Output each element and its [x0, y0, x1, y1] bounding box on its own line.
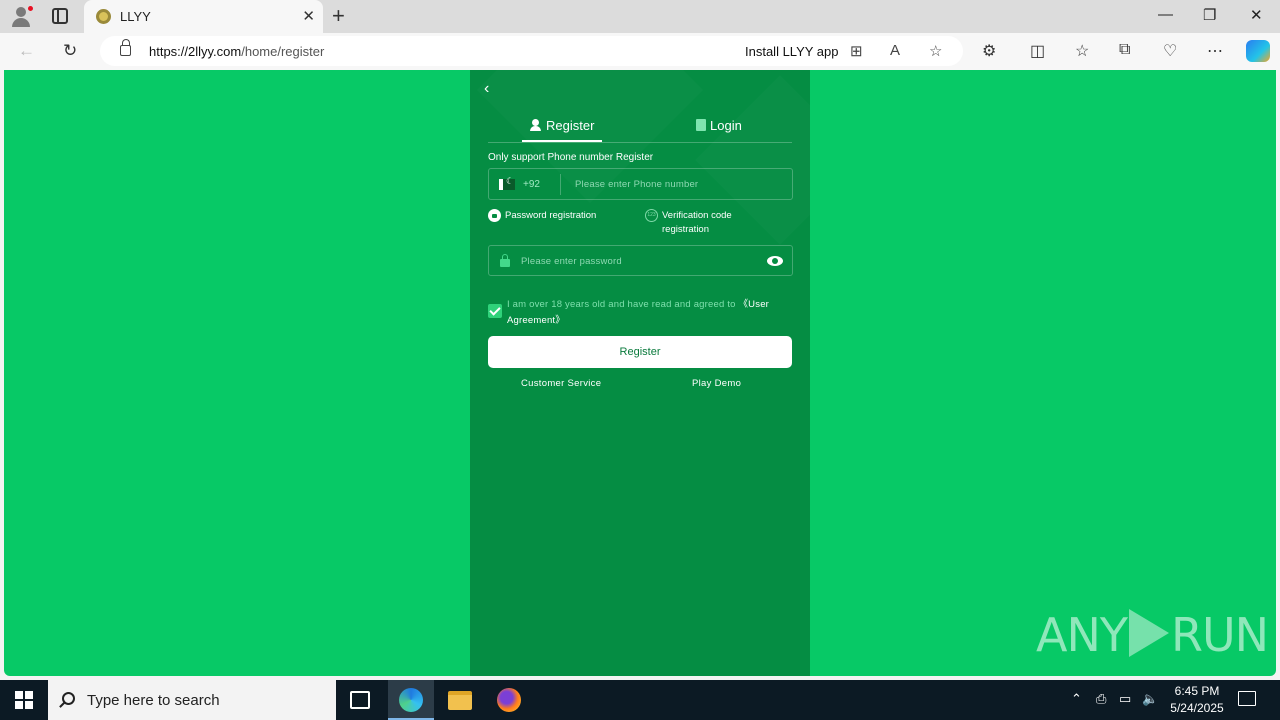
page-viewport: ‹ Register Login Only support Phone numb… [4, 70, 1276, 676]
notifications-icon[interactable] [1238, 691, 1256, 706]
tab-register[interactable]: Register [521, 118, 603, 142]
edge-icon [399, 688, 423, 712]
favorites-icon[interactable]: ☆ [1075, 41, 1089, 61]
new-tab-button[interactable]: + [332, 4, 345, 28]
agree-checkbox[interactable] [488, 304, 502, 318]
password-input[interactable]: Please enter password [488, 245, 793, 276]
refresh-icon[interactable]: ↻ [63, 41, 77, 61]
country-code[interactable]: +92 [523, 179, 540, 190]
install-app-label[interactable]: Install LLYY app [745, 44, 838, 59]
more-options-icon[interactable]: ⋯ [1207, 41, 1223, 61]
play-triangle-icon [1128, 609, 1169, 657]
read-aloud-icon[interactable]: A [890, 42, 900, 59]
task-view-icon[interactable] [350, 691, 370, 709]
volume-icon[interactable]: 🔈 [1142, 691, 1158, 707]
clock-time: 6:45 PM [1174, 684, 1220, 698]
close-window-button[interactable]: ✕ [1250, 6, 1263, 24]
password-placeholder: Please enter password [521, 256, 622, 267]
address-bar[interactable]: https://2llyy.com/home/register Install … [100, 36, 963, 66]
browser-tab-strip: LLYY ✕ + — ❐ ✕ [0, 0, 1280, 33]
auth-tabs: Register Login [488, 114, 792, 143]
divider [560, 174, 561, 195]
search-icon [62, 692, 75, 705]
browser-tab[interactable]: LLYY ✕ [84, 0, 323, 33]
minimize-button[interactable]: — [1158, 6, 1173, 23]
back-chevron-icon[interactable]: ‹ [484, 80, 489, 98]
tab-title: LLYY [120, 9, 151, 24]
lock-circle-icon [488, 209, 501, 222]
anyrun-watermark: ANY RUN [1036, 608, 1269, 662]
browser-toolbar: ← ↻ https://2llyy.com/home/register Inst… [0, 33, 1280, 70]
url-text[interactable]: https://2llyy.com/home/register [149, 44, 324, 59]
network-icon[interactable]: ▭ [1119, 691, 1131, 707]
split-screen-icon[interactable]: ◫ [1030, 41, 1045, 61]
customer-service-link[interactable]: Customer Service [521, 378, 601, 389]
phone-input[interactable]: +92 Please enter Phone number [488, 168, 793, 200]
site-favicon-icon [96, 9, 111, 24]
edge-taskbar-button[interactable] [388, 680, 434, 720]
windows-taskbar: Type here to search ⌃ ⎙ ▭ 🔈 6:45 PM 5/24… [0, 680, 1280, 720]
app-available-icon[interactable]: ⊞ [850, 42, 863, 60]
favorite-star-icon[interactable]: ☆ [929, 42, 942, 60]
windows-start-icon[interactable] [15, 691, 33, 709]
lock-icon[interactable] [120, 39, 131, 56]
file-explorer-icon[interactable] [448, 691, 472, 710]
restore-button[interactable]: ❐ [1203, 6, 1216, 24]
tab-login[interactable]: Login [696, 118, 742, 133]
login-door-icon [696, 119, 706, 131]
extensions-icon[interactable]: ⚙ [982, 41, 996, 61]
collections-icon[interactable]: ⧉ [1119, 41, 1130, 59]
copilot-icon[interactable] [1246, 40, 1270, 62]
eye-icon[interactable] [767, 256, 783, 266]
method-label: Verification code registration [662, 210, 732, 235]
play-demo-link[interactable]: Play Demo [692, 378, 741, 389]
meet-now-icon[interactable]: ⎙ [1096, 691, 1106, 707]
profile-icon[interactable] [10, 5, 34, 27]
agreement-text: I am over 18 years old and have read and… [507, 299, 770, 326]
taskbar-search[interactable]: Type here to search [48, 680, 336, 720]
tab-actions-icon[interactable] [52, 8, 68, 24]
support-hint: Only support Phone number Register [488, 152, 654, 163]
lock-icon [500, 254, 510, 267]
back-arrow-icon[interactable]: ← [18, 41, 35, 61]
clock-date: 5/24/2025 [1170, 701, 1224, 715]
register-button[interactable]: Register [488, 336, 792, 368]
show-hidden-icons-chevron-icon[interactable]: ⌃ [1071, 691, 1082, 707]
search-placeholder: Type here to search [87, 692, 220, 709]
pakistan-flag-icon[interactable] [499, 176, 515, 190]
phone-placeholder: Please enter Phone number [575, 179, 699, 190]
firefox-icon[interactable] [497, 688, 521, 712]
close-tab-icon[interactable]: ✕ [302, 7, 315, 25]
register-panel: ‹ Register Login Only support Phone numb… [470, 70, 810, 676]
user-icon [530, 119, 542, 131]
123-icon: 123 [645, 209, 658, 222]
clock[interactable]: 6:45 PM 5/24/2025 [1160, 683, 1234, 717]
method-label: Password registration [505, 210, 597, 221]
browser-essentials-icon[interactable]: ♡ [1163, 41, 1177, 61]
